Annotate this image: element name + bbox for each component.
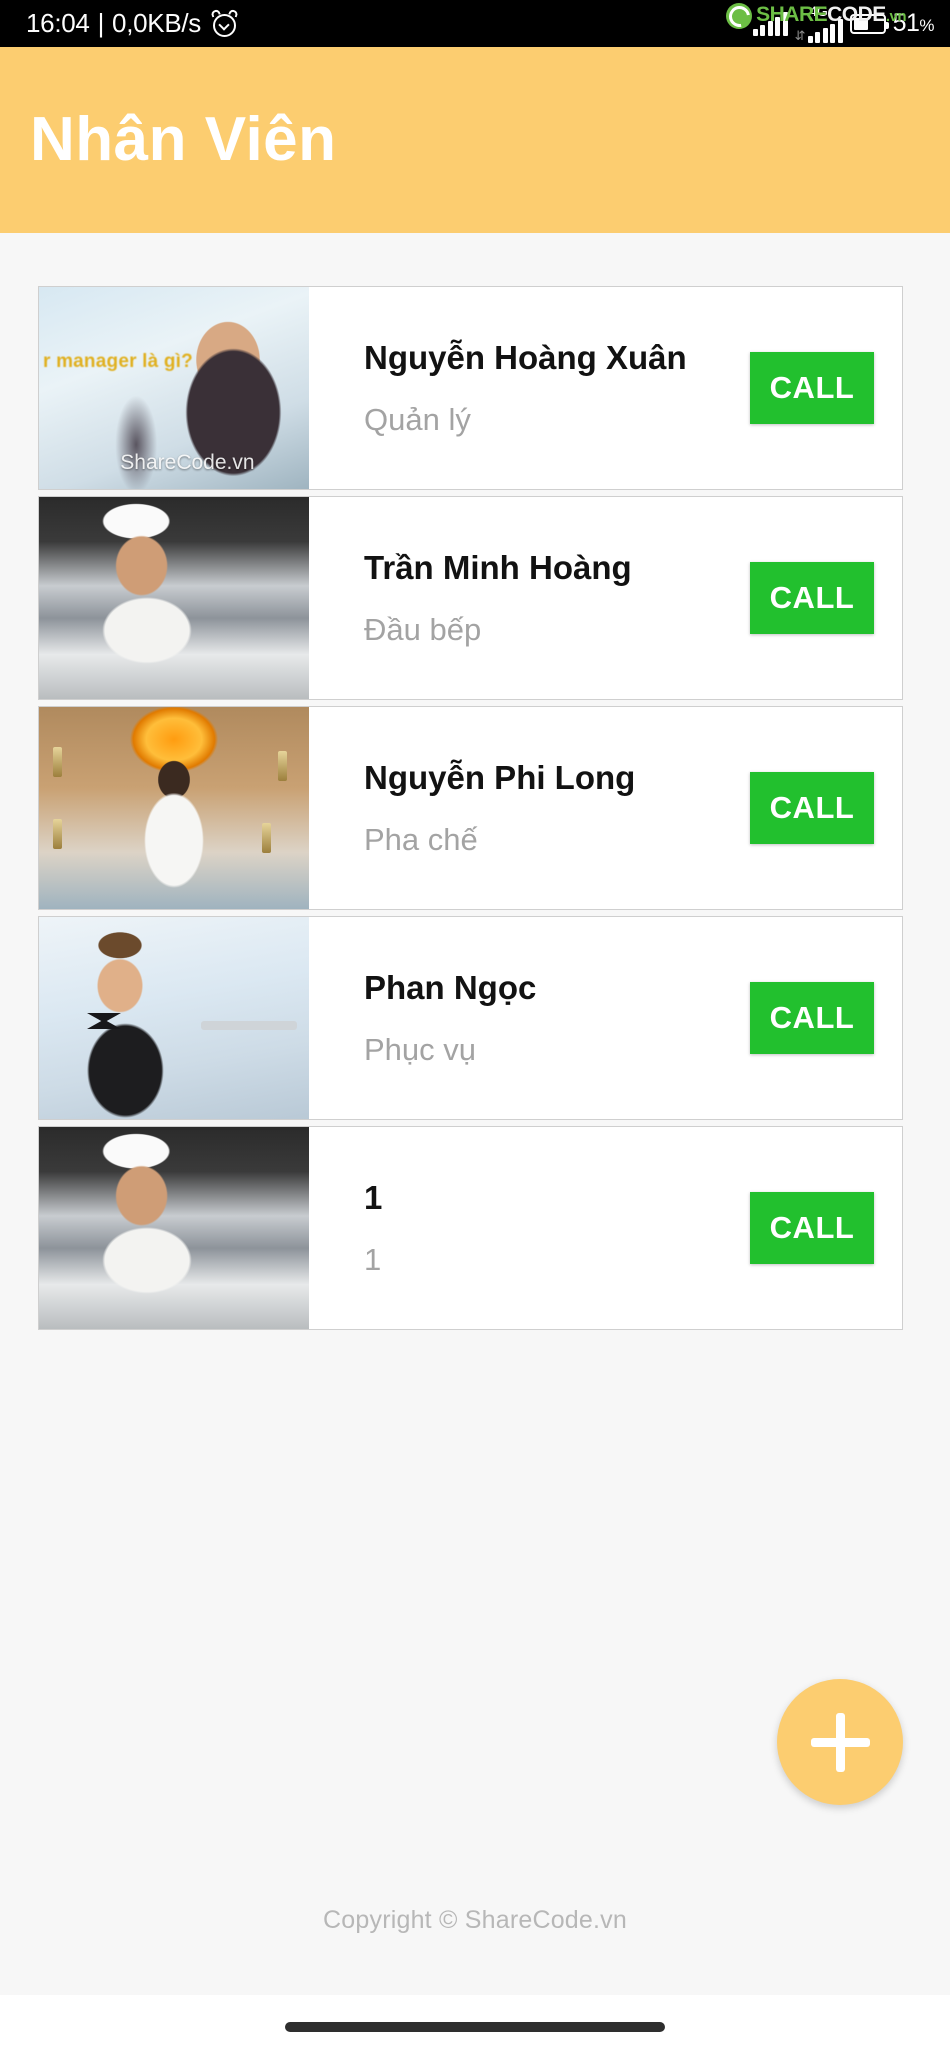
system-navigation-bar <box>0 1995 950 2058</box>
call-button[interactable]: CALL <box>750 772 874 844</box>
up-down-arrows-icon: ⇵ <box>794 28 806 43</box>
photo-caption-text: r manager là gì? <box>43 351 193 372</box>
status-bar: 16:04 | 0,0KB/s 4G ⇵ 51% SHARECODE.vn <box>0 0 950 47</box>
employee-card[interactable]: Trần Minh Hoàng Đầu bếp CALL <box>38 496 903 700</box>
employee-card[interactable]: 1 1 CALL <box>38 1126 903 1330</box>
gesture-pill[interactable] <box>285 2021 665 2032</box>
add-employee-fab[interactable] <box>777 1679 903 1805</box>
network-type-label: 4G <box>809 3 828 19</box>
signal-bars-icon-secondary <box>807 19 843 43</box>
call-button[interactable]: CALL <box>750 1192 874 1264</box>
status-time: 16:04 <box>26 8 90 38</box>
alarm-clock-icon <box>210 8 239 37</box>
battery-percent: 51% <box>892 9 935 37</box>
employee-card[interactable]: Nguyễn Phi Long Pha chế CALL <box>38 706 903 910</box>
employee-photo <box>39 707 309 909</box>
signal-bars-icon <box>752 11 788 36</box>
employee-photo <box>39 1127 309 1329</box>
employee-info: Trần Minh Hoàng Đầu bếp CALL <box>309 497 902 699</box>
content-area: r manager là gì? ShareCode.vn Nguyễn Hoà… <box>0 233 950 1995</box>
call-button[interactable]: CALL <box>750 562 874 634</box>
employee-info: Phan Ngọc Phục vụ CALL <box>309 917 902 1119</box>
employee-info: Nguyễn Phi Long Pha chế CALL <box>309 707 902 909</box>
employee-card[interactable]: Phan Ngọc Phục vụ CALL <box>38 916 903 1120</box>
app-bar: Nhân Viên <box>0 47 950 233</box>
footer-copyright: Copyright © ShareCode.vn <box>323 1906 627 1934</box>
employee-info: 1 1 CALL <box>309 1127 902 1329</box>
employee-photo: r manager là gì? ShareCode.vn <box>39 287 309 489</box>
call-button[interactable]: CALL <box>750 352 874 424</box>
call-button[interactable]: CALL <box>750 982 874 1054</box>
employee-card[interactable]: r manager là gì? ShareCode.vn Nguyễn Hoà… <box>38 286 903 490</box>
employee-info: Nguyễn Hoàng Xuân Quản lý CALL <box>309 287 902 489</box>
employee-photo <box>39 917 309 1119</box>
plus-icon-bar <box>810 1737 870 1747</box>
network-type-group: 4G ⇵ <box>795 4 843 43</box>
employee-list: r manager là gì? ShareCode.vn Nguyễn Hoà… <box>38 286 903 1330</box>
status-separator: | <box>97 8 105 38</box>
photo-watermark: ShareCode.vn <box>120 451 255 474</box>
status-bar-right: 4G ⇵ 51% <box>752 0 935 47</box>
page-title: Nhân Viên <box>30 105 337 174</box>
status-bar-left: 16:04 | 0,0KB/s <box>26 8 239 39</box>
employee-photo <box>39 497 309 699</box>
network-speed-text: 0,0KB/s <box>112 8 201 38</box>
sharecode-logo-icon <box>726 3 753 29</box>
battery-icon <box>849 13 889 34</box>
